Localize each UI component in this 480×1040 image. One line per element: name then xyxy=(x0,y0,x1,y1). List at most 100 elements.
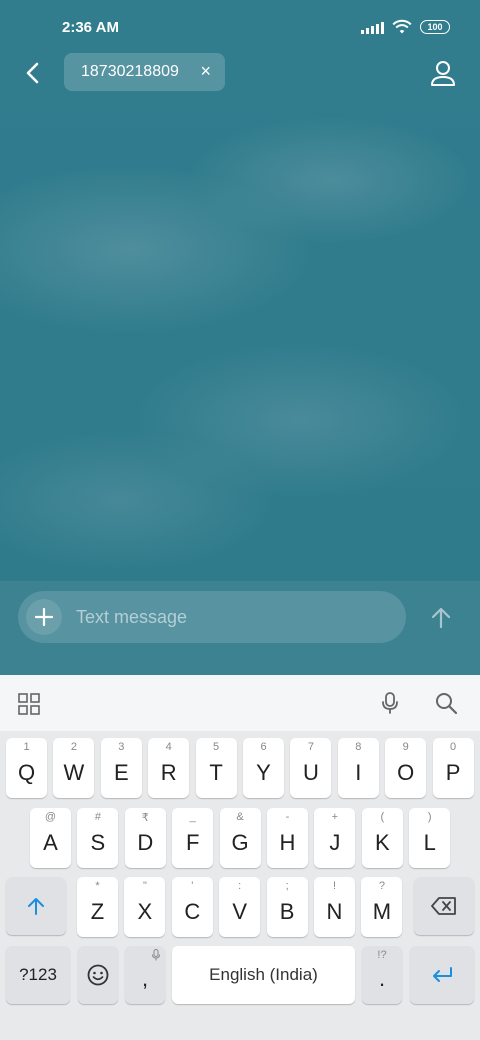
key-label: J xyxy=(329,830,341,855)
keyboard-toolbar xyxy=(0,675,480,731)
key-label: N xyxy=(326,899,343,924)
key-label: U xyxy=(302,760,319,785)
space-key-label: English (India) xyxy=(209,965,318,984)
key-r[interactable]: 4R xyxy=(148,738,190,798)
plus-icon xyxy=(34,607,54,627)
person-icon xyxy=(431,61,455,86)
key-hint: ₹ xyxy=(141,812,149,824)
key-b[interactable]: ; B xyxy=(266,877,308,937)
messaging-app: 2:36 AM 100 18730218809 × Text message 1… xyxy=(0,0,480,1040)
key-label: D xyxy=(137,830,154,855)
shift-key[interactable] xyxy=(6,877,66,935)
symbols-key[interactable]: ?123 xyxy=(6,946,70,1004)
search-icon[interactable] xyxy=(434,691,458,715)
key-label: F xyxy=(185,830,200,855)
recipient-chip[interactable]: 18730218809 × xyxy=(64,53,225,91)
enter-key[interactable] xyxy=(410,946,474,1004)
comma-key[interactable]: , xyxy=(125,946,165,1004)
key-c[interactable]: ' C xyxy=(171,877,213,937)
key-h[interactable]: -H xyxy=(267,808,308,868)
message-input[interactable] xyxy=(76,591,396,643)
key-hint: _ xyxy=(189,811,196,823)
chevron-left-icon xyxy=(26,62,39,84)
emoji-key[interactable] xyxy=(78,946,118,1004)
key-a[interactable]: @ A xyxy=(30,808,71,868)
comma-key-label: , xyxy=(141,966,149,991)
key-label: B xyxy=(279,899,295,924)
key-hint: ? xyxy=(378,880,385,892)
symbols-key-label: ?123 xyxy=(19,965,57,984)
key-hint: ( xyxy=(380,811,385,823)
apps-grid-icon[interactable] xyxy=(18,693,40,715)
key-hint: " xyxy=(142,880,147,892)
key-label: C xyxy=(184,899,201,924)
key-label: Z xyxy=(90,899,105,924)
backspace-icon xyxy=(431,897,456,915)
key-label: M xyxy=(372,899,392,924)
space-key[interactable]: English (India) xyxy=(172,946,355,1004)
period-key-label: . xyxy=(378,966,386,991)
status-bar: 2:36 AM 100 xyxy=(0,0,480,52)
key-hint: - xyxy=(285,811,290,823)
key-n[interactable]: ! N xyxy=(314,877,355,937)
key-w[interactable]: 2W xyxy=(53,738,95,798)
key-hint: + xyxy=(331,811,339,823)
back-button[interactable] xyxy=(18,58,48,88)
key-label: H xyxy=(279,830,296,855)
key-label: V xyxy=(232,899,248,924)
key-label: E xyxy=(113,760,129,785)
key-hint: # xyxy=(94,811,101,823)
status-time: 2:36 AM xyxy=(62,19,119,36)
key-label: K xyxy=(374,830,390,855)
key-f[interactable]: _ F xyxy=(172,808,214,868)
key-label: I xyxy=(355,760,362,785)
key-label: T xyxy=(209,760,223,785)
key-label: X xyxy=(137,899,153,924)
key-hint: : xyxy=(238,880,242,892)
key-label: O xyxy=(397,760,415,785)
key-k[interactable]: (K xyxy=(361,808,403,868)
compose-field[interactable] xyxy=(18,591,406,643)
key-hint: 5 xyxy=(213,741,220,753)
key-u[interactable]: 7U xyxy=(290,738,332,798)
key-hint: 6 xyxy=(260,741,267,753)
chip-close-icon[interactable]: × xyxy=(200,62,211,80)
key-e[interactable]: 3E xyxy=(100,738,142,798)
key-y[interactable]: 6Y xyxy=(243,738,284,798)
backspace-key[interactable] xyxy=(414,877,474,935)
key-label: W xyxy=(63,760,85,785)
key-j[interactable]: + J xyxy=(314,808,356,868)
period-key[interactable]: !? . xyxy=(362,946,402,1004)
key-q[interactable]: 1Q xyxy=(6,738,47,798)
key-l[interactable]: ) L xyxy=(409,808,451,868)
contact-button[interactable] xyxy=(428,58,458,88)
key-label: R xyxy=(160,760,177,785)
send-button[interactable] xyxy=(426,603,456,633)
key-v[interactable]: :V xyxy=(219,877,261,937)
battery-icon: 100 xyxy=(420,20,450,34)
key-i[interactable]: 8I xyxy=(337,738,379,798)
key-o[interactable]: 9O xyxy=(385,738,427,798)
key-d[interactable]: ₹ D xyxy=(124,808,166,868)
period-key-hint: !? xyxy=(377,949,387,961)
key-g[interactable]: & G xyxy=(219,808,261,868)
mic-icon[interactable] xyxy=(378,691,402,715)
key-t[interactable]: 5T xyxy=(195,738,237,798)
shift-arrow-icon xyxy=(28,898,44,915)
keyboard: 1 Q 2 W 3 E 4 R 5 T 6 Y 7 U 8 I 9 O 0 P @ A # S ₹ D _ F & G - H + J(K) L * Z… xyxy=(0,675,480,1040)
conversation-header: 18730218809 × xyxy=(0,52,480,100)
attach-button[interactable] xyxy=(26,599,62,635)
recipient-number: 18730218809 xyxy=(81,63,179,80)
key-hint: 1 xyxy=(23,741,30,753)
mini-mic-icon xyxy=(152,949,160,961)
key-label: S xyxy=(90,830,106,855)
key-p[interactable]: 0P xyxy=(432,738,474,798)
key-hint: 4 xyxy=(165,741,172,753)
key-label: L xyxy=(423,830,436,855)
key-hint: 8 xyxy=(355,741,362,753)
key-s[interactable]: # S xyxy=(77,808,119,868)
key-hint: @ xyxy=(44,811,57,823)
key-z[interactable]: * Z xyxy=(77,877,118,937)
key-x[interactable]: " X xyxy=(124,877,166,937)
key-m[interactable]: ? M xyxy=(361,877,403,937)
